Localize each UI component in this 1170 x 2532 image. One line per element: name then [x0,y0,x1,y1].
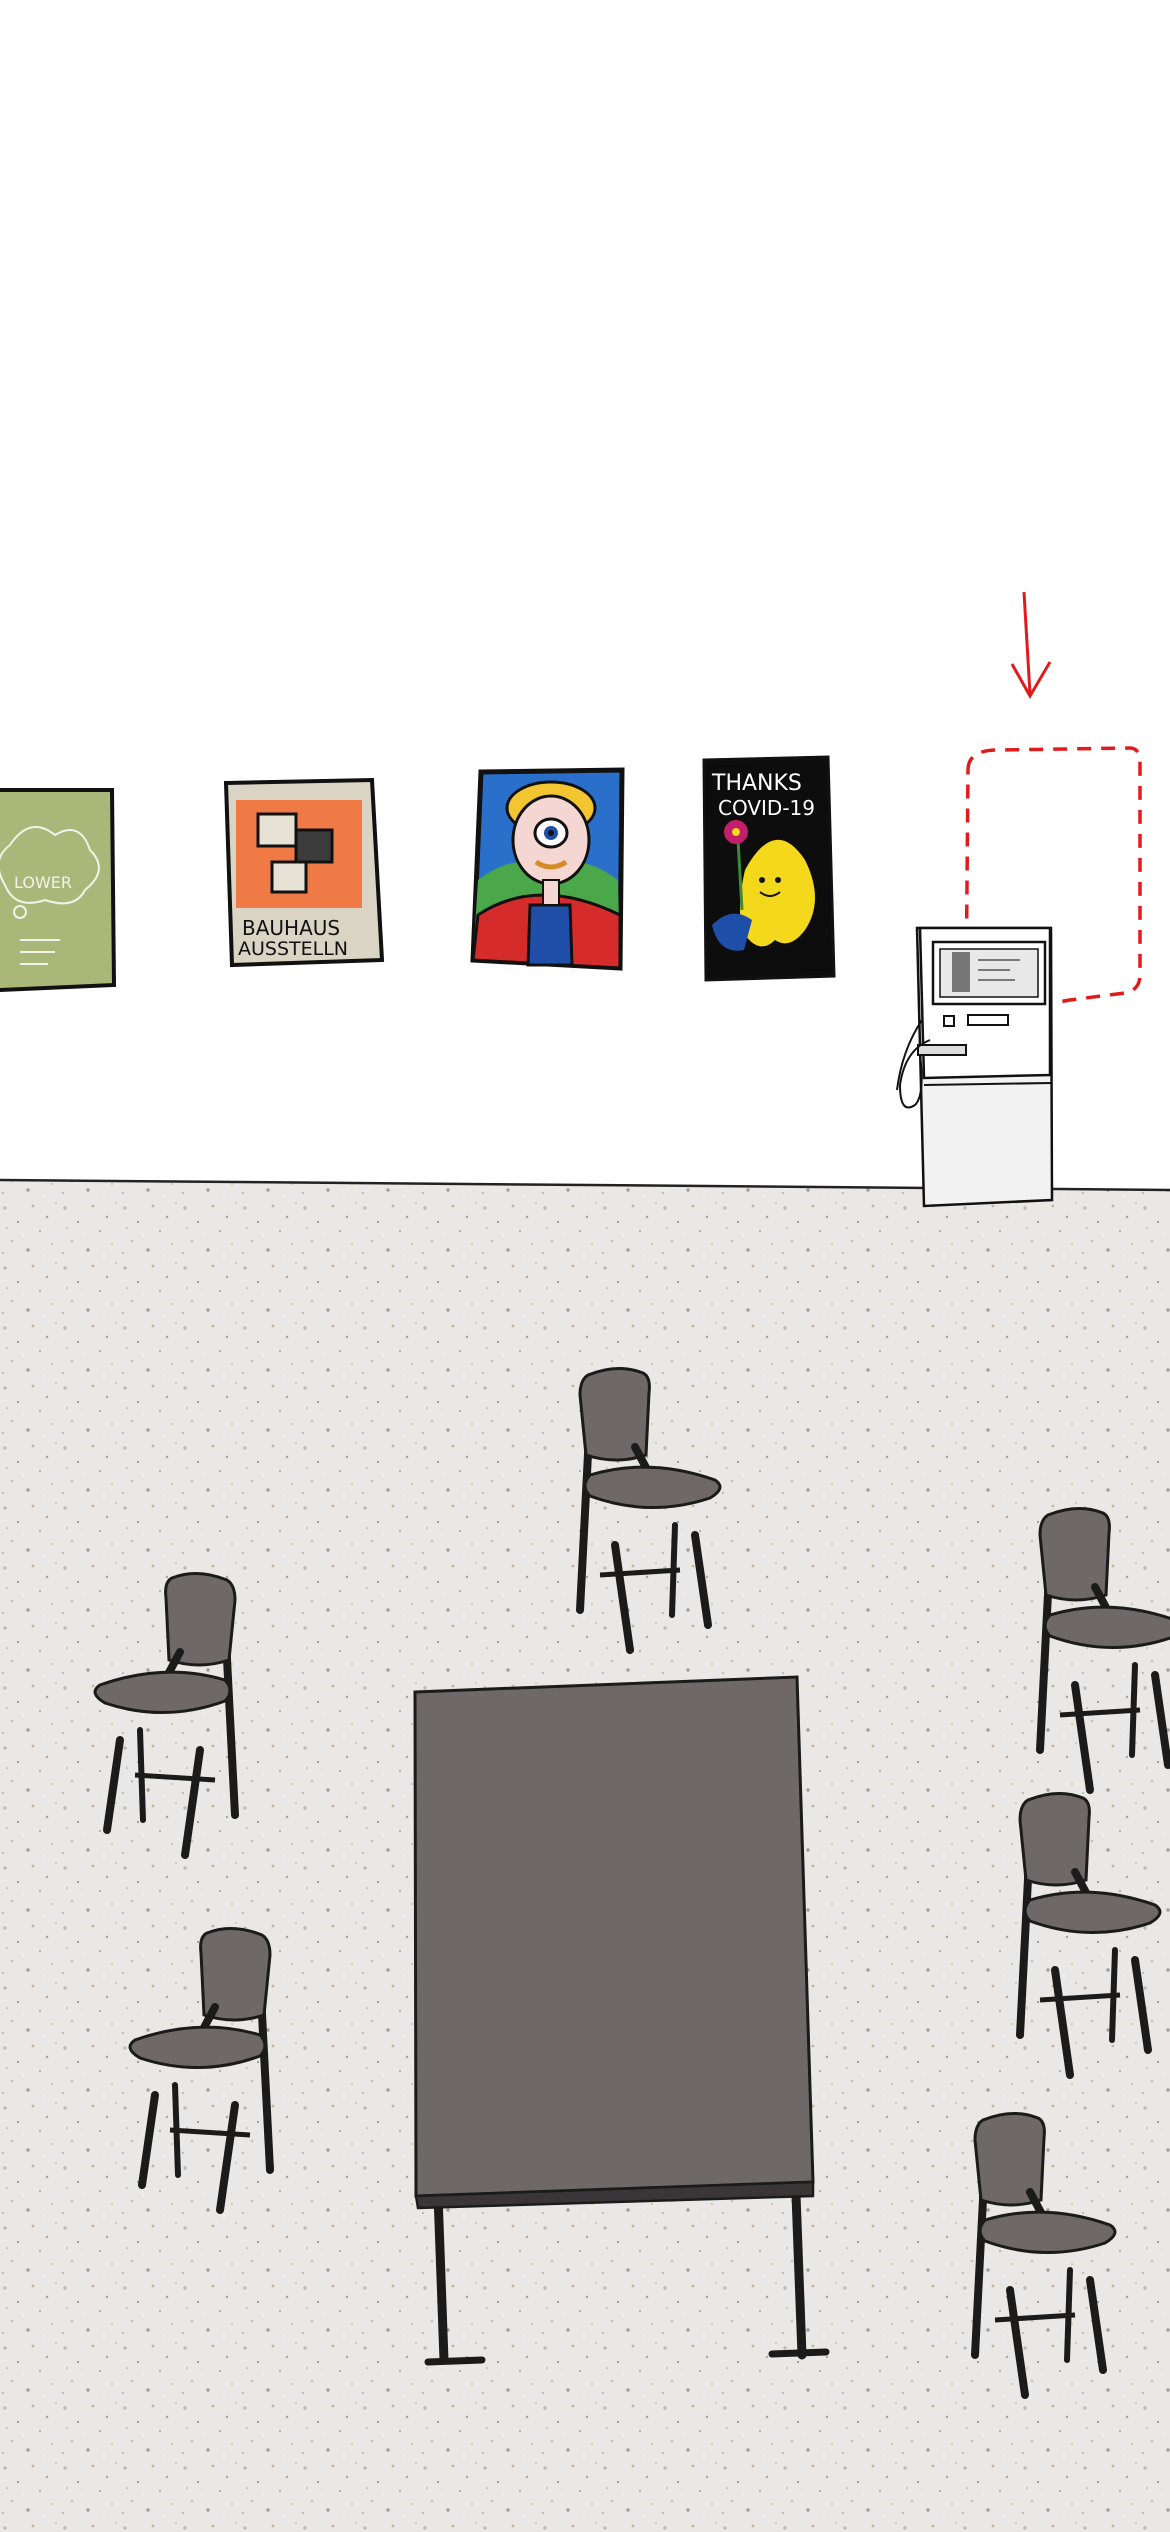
game-scene: LOWER BAUHAUS AUSSTELLN THANKS COVID-19 [0,0,1170,2532]
poster-covid-line1: THANKS [711,771,802,796]
poster-covid-line2: COVID-19 [718,796,815,820]
poster-thanks-covid[interactable]: THANKS COVID-19 [702,755,836,982]
poster-portrait[interactable] [470,767,625,971]
poster-bauhaus-line2: AUSSTELLN [238,938,348,960]
poster-flower[interactable]: LOWER [0,788,117,992]
poster-bauhaus[interactable]: BAUHAUS AUSSTELLN [223,777,385,968]
poster-flower-text: LOWER [14,873,72,892]
poster-bauhaus-line1: BAUHAUS [242,916,340,940]
